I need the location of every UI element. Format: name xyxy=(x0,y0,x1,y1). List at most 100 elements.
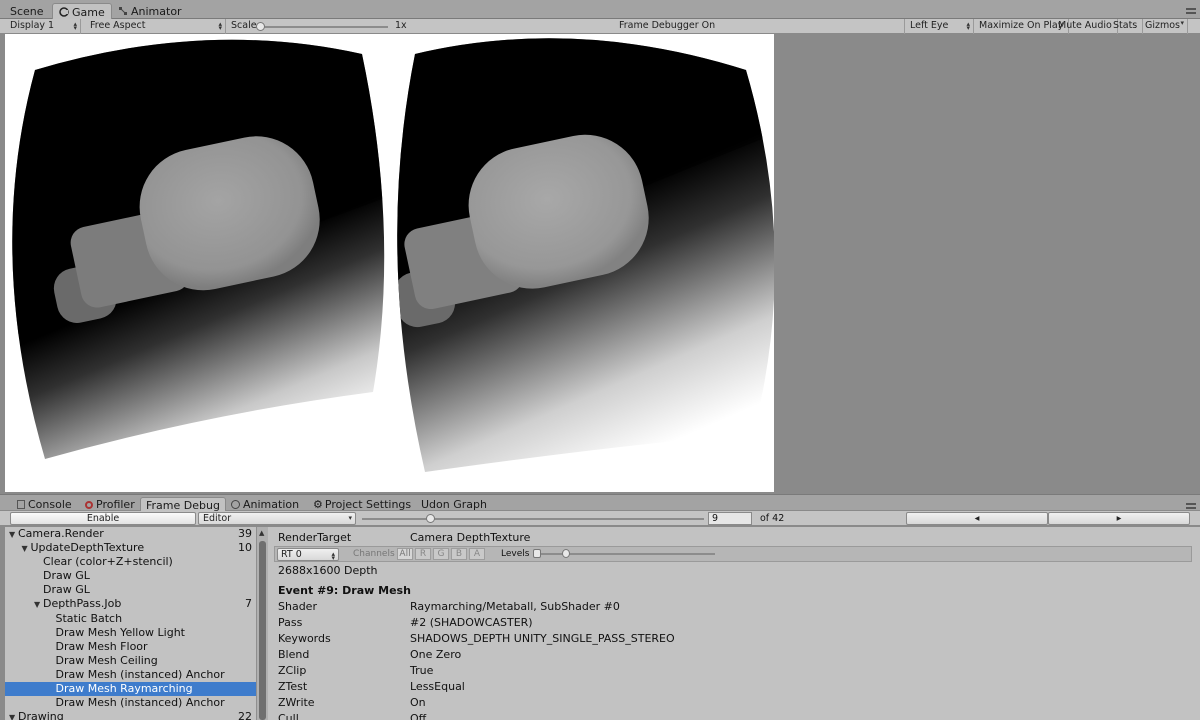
scale-slider-track[interactable] xyxy=(256,26,388,28)
animator-icon xyxy=(118,6,128,16)
profiler-icon xyxy=(85,501,93,509)
property-value: #2 (SHADOWCASTER) xyxy=(410,616,533,629)
tab-console[interactable]: Console xyxy=(12,497,77,512)
channel-all-button[interactable]: All xyxy=(397,548,413,560)
event-slider-track[interactable] xyxy=(362,518,704,520)
render-target-value: Camera DepthTexture xyxy=(410,531,531,544)
property-row: Pass #2 (SHADOWCASTER) xyxy=(278,616,533,629)
tree-row-label: Draw Mesh Floor xyxy=(55,639,148,653)
display-dropdown[interactable]: Display 1 ▴ ▾ xyxy=(5,19,81,34)
previous-event-button[interactable]: ◂ xyxy=(906,512,1048,525)
channel-r-button[interactable]: R xyxy=(415,548,431,560)
property-key: Shader xyxy=(278,600,317,613)
tree-row-label: Draw Mesh (instanced) Anchor xyxy=(55,667,225,681)
expand-triangle-icon[interactable]: ▼ xyxy=(22,542,31,556)
tree-row-label: Draw GL xyxy=(43,583,90,597)
aspect-value: Free Aspect xyxy=(90,20,146,31)
tree-row[interactable]: Draw Mesh (instanced) Anchor xyxy=(5,696,256,710)
property-row: ZClip True xyxy=(278,664,433,677)
tree-row[interactable]: ▼ Drawing 22 xyxy=(5,710,256,720)
property-row: ZWrite On xyxy=(278,696,426,709)
tree-row[interactable]: Draw Mesh Yellow Light xyxy=(5,626,256,640)
tree-row[interactable]: ▼ DepthPass.Job 7 xyxy=(5,597,256,611)
tree-row-label: Drawing xyxy=(18,710,64,720)
channels-label: Channels xyxy=(353,549,395,559)
property-row: Shader Raymarching/Metaball, SubShader #0 xyxy=(278,600,620,613)
tab-animator[interactable]: Animator xyxy=(112,3,188,19)
tree-row[interactable]: Draw Mesh Floor xyxy=(5,640,256,654)
tab-project-settings[interactable]: ⚙ Project Settings xyxy=(308,497,416,512)
event-hierarchy-tree: ▼ Camera.Render 39 ▼ UpdateDepthTexture 10 Cle… xyxy=(5,527,256,720)
gizmos-label: Gizmos xyxy=(1145,20,1181,31)
expand-triangle-icon[interactable]: ▼ xyxy=(34,598,43,612)
tab-scene-label: Scene xyxy=(10,5,44,18)
property-value: SHADOWS_DEPTH UNITY_SINGLE_PASS_STEREO xyxy=(410,632,675,645)
stats-toggle[interactable]: Stats xyxy=(1108,19,1144,34)
event-title: Event #9: Draw Mesh xyxy=(278,584,411,597)
tree-row-label: Static Batch xyxy=(55,611,123,625)
tree-row[interactable]: Draw GL xyxy=(5,569,256,583)
levels-min-handle[interactable] xyxy=(533,549,541,558)
panel-menu-icon[interactable] xyxy=(1186,503,1196,509)
property-value: LessEqual xyxy=(410,680,465,693)
scale-label: Scale xyxy=(231,20,257,31)
panel-menu-icon[interactable] xyxy=(1186,8,1196,14)
tree-row[interactable]: Draw Mesh (instanced) Anchor xyxy=(5,668,256,682)
levels-max-handle[interactable] xyxy=(562,549,570,558)
tree-row[interactable]: ▼ UpdateDepthTexture 10 xyxy=(5,541,256,555)
scale-slider-handle[interactable] xyxy=(256,22,265,31)
tree-row-label: Draw Mesh Raymarching xyxy=(55,682,193,696)
tree-row[interactable]: Draw Mesh Ceiling xyxy=(5,654,256,668)
tab-animation[interactable]: Animation xyxy=(226,497,304,512)
expand-triangle-icon[interactable]: ▼ xyxy=(9,528,18,542)
tab-scene[interactable]: Scene xyxy=(4,3,50,19)
tree-scrollbar[interactable]: ▲ xyxy=(256,527,268,720)
tree-row[interactable]: Static Batch xyxy=(5,612,256,626)
dropdown-arrow-icon: ▴ ▾ xyxy=(331,550,335,562)
aspect-dropdown[interactable]: Free Aspect ▴ ▾ xyxy=(85,19,226,34)
tree-row[interactable]: Draw GL xyxy=(5,583,256,597)
eye-value: Left Eye xyxy=(910,20,949,31)
tree-scrollbar-thumb[interactable] xyxy=(259,541,266,720)
property-value: Raymarching/Metaball, SubShader #0 xyxy=(410,600,620,613)
tree-row-count: 7 xyxy=(245,597,252,611)
frame-debug-toolbar: Enable Editor ▾ 9 of 42 ◂ ▸ xyxy=(0,511,1200,526)
console-icon xyxy=(17,500,25,509)
rt-value: RT 0 xyxy=(281,549,302,560)
tree-row[interactable]: Clear (color+Z+stencil) xyxy=(5,555,256,569)
expand-triangle-icon[interactable]: ▼ xyxy=(9,711,18,720)
property-key: Keywords xyxy=(278,632,331,645)
tab-game[interactable]: Game xyxy=(52,3,112,19)
eye-dropdown[interactable]: Left Eye ▴ ▾ xyxy=(904,19,974,34)
property-key: Cull xyxy=(278,712,299,720)
dropdown-arrow-icon: ▴ ▾ xyxy=(218,20,222,32)
dropdown-arrow-icon: ▴ ▾ xyxy=(73,20,77,32)
scroll-up-arrow-icon[interactable]: ▲ xyxy=(259,529,264,537)
tab-profiler[interactable]: Profiler xyxy=(80,497,140,512)
tab-console-label: Console xyxy=(28,498,72,511)
render-target-label: RenderTarget xyxy=(278,531,352,544)
tree-row[interactable]: Draw Mesh Raymarching xyxy=(5,682,256,697)
tab-udon-graph[interactable]: Udon Graph xyxy=(416,497,492,512)
channel-b-button[interactable]: B xyxy=(451,548,467,560)
tab-game-label: Game xyxy=(72,6,105,19)
next-event-button[interactable]: ▸ xyxy=(1048,512,1190,525)
channel-a-button[interactable]: A xyxy=(469,548,485,560)
tab-animation-label: Animation xyxy=(243,498,300,511)
game-view-empty-area xyxy=(774,34,1200,492)
source-dropdown[interactable]: Editor ▾ xyxy=(198,512,356,525)
rt-dropdown[interactable]: RT 0 ▴ ▾ xyxy=(277,548,339,562)
display-value: Display 1 xyxy=(10,20,55,31)
scale-value: 1x xyxy=(395,20,407,31)
event-index-field[interactable]: 9 xyxy=(708,512,752,525)
dropdown-arrow-icon: ▾ xyxy=(348,514,352,522)
channel-g-button[interactable]: G xyxy=(433,548,449,560)
tab-frame-debug[interactable]: Frame Debug xyxy=(140,497,226,512)
event-slider-handle[interactable] xyxy=(426,514,436,523)
gizmos-dropdown[interactable]: Gizmos ▾ xyxy=(1140,19,1188,34)
tree-row-count: 10 xyxy=(238,541,252,555)
tree-row-label: Draw Mesh Ceiling xyxy=(55,653,158,667)
game-view[interactable] xyxy=(5,34,774,492)
enable-button[interactable]: Enable xyxy=(10,512,196,525)
tree-row[interactable]: ▼ Camera.Render 39 xyxy=(5,527,256,541)
